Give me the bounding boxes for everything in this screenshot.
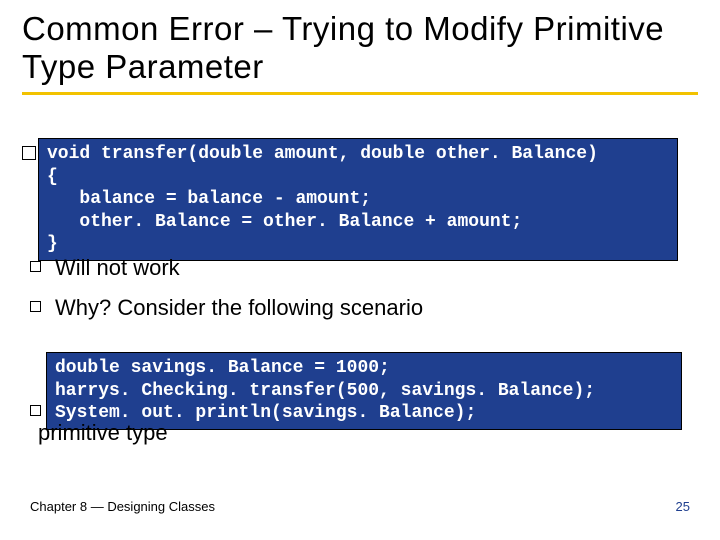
trailing-text: primitive type: [38, 419, 168, 448]
bullet-marker: [30, 261, 41, 272]
bullet-text: Why? Consider the following scenario: [55, 294, 423, 323]
footer: Chapter 8 — Designing Classes 25: [30, 499, 690, 514]
slide-title: Common Error – Trying to Modify Primitiv…: [22, 10, 698, 86]
bullet-text: Will not work: [55, 254, 180, 283]
page-number: 25: [676, 499, 690, 514]
code-block-scenario: double savings. Balance = 1000; harrys. …: [46, 352, 682, 430]
bullet-marker: [30, 301, 41, 312]
slide: Common Error – Trying to Modify Primitiv…: [0, 0, 720, 540]
bullet-row-why: Why? Consider the following scenario: [30, 294, 423, 323]
code-block-transfer: void transfer(double amount, double othe…: [38, 138, 678, 261]
bullet-row-trailing: primitive type: [38, 419, 168, 448]
title-underline: [22, 92, 698, 95]
bullet-marker: [22, 146, 36, 160]
bullet-marker: [30, 405, 41, 416]
footer-chapter: Chapter 8 — Designing Classes: [30, 499, 215, 514]
bullet-row-willnotwork: Will not work: [30, 254, 180, 283]
